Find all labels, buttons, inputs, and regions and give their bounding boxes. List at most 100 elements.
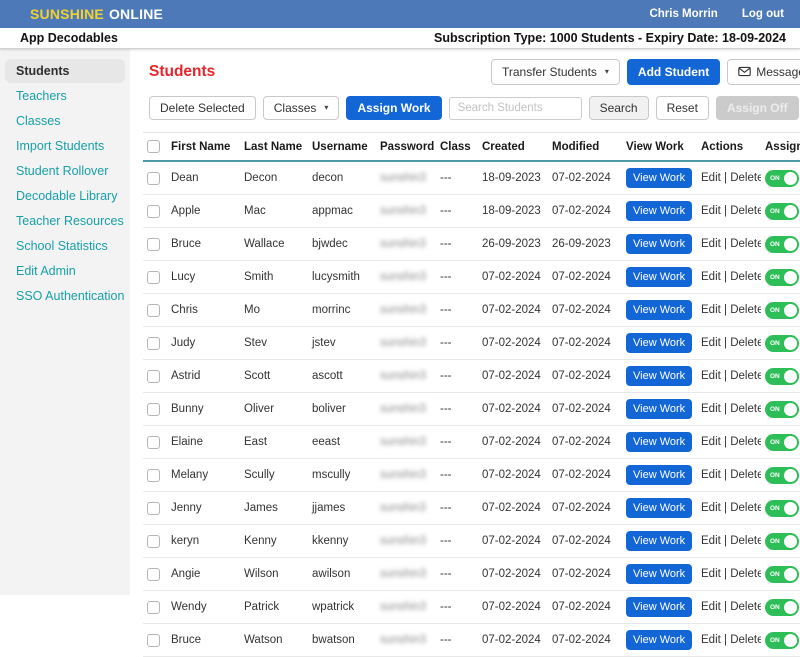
row-checkbox[interactable] (147, 238, 160, 251)
row-checkbox[interactable] (147, 568, 160, 581)
view-work-button[interactable]: View Work (626, 399, 692, 419)
view-work-button[interactable]: View Work (626, 300, 692, 320)
delete-link[interactable]: Delete (730, 205, 761, 217)
assign-toggle[interactable]: ON (765, 533, 799, 550)
edit-link[interactable]: Edit (701, 403, 721, 415)
edit-link[interactable]: Edit (701, 535, 721, 547)
edit-link[interactable]: Edit (701, 337, 721, 349)
sidebar-item-import-students[interactable]: Import Students (5, 134, 125, 158)
edit-link[interactable]: Edit (701, 502, 721, 514)
edit-link[interactable]: Edit (701, 436, 721, 448)
assign-toggle[interactable]: ON (765, 500, 799, 517)
assign-toggle[interactable]: ON (765, 632, 799, 649)
row-checkbox[interactable] (147, 205, 160, 218)
view-work-button[interactable]: View Work (626, 267, 692, 287)
assign-toggle[interactable]: ON (765, 170, 799, 187)
view-work-button[interactable]: View Work (626, 531, 692, 551)
delete-link[interactable]: Delete (730, 370, 761, 382)
assign-work-button[interactable]: Assign Work (346, 96, 441, 120)
reset-button[interactable]: Reset (656, 96, 709, 120)
delete-link[interactable]: Delete (730, 436, 761, 448)
assign-toggle[interactable]: ON (765, 401, 799, 418)
delete-link[interactable]: Delete (730, 634, 761, 646)
logout-link[interactable]: Log out (742, 8, 784, 20)
row-checkbox[interactable] (147, 403, 160, 416)
view-work-button[interactable]: View Work (626, 630, 692, 650)
chevron-down-icon: ▾ (605, 68, 609, 76)
edit-link[interactable]: Edit (701, 601, 721, 613)
view-work-button[interactable]: View Work (626, 366, 692, 386)
assign-toggle[interactable]: ON (765, 566, 799, 583)
edit-link[interactable]: Edit (701, 370, 721, 382)
delete-link[interactable]: Delete (730, 601, 761, 613)
row-checkbox[interactable] (147, 172, 160, 185)
sidebar-item-teachers[interactable]: Teachers (5, 84, 125, 108)
view-work-button[interactable]: View Work (626, 201, 692, 221)
row-checkbox[interactable] (147, 304, 160, 317)
edit-link[interactable]: Edit (701, 634, 721, 646)
assign-toggle[interactable]: ON (765, 599, 799, 616)
edit-link[interactable]: Edit (701, 304, 721, 316)
sidebar-item-teacher-resources[interactable]: Teacher Resources (5, 209, 125, 233)
row-checkbox[interactable] (147, 436, 160, 449)
classes-dropdown-button[interactable]: Classes ▾ (263, 96, 340, 120)
add-student-button[interactable]: Add Student (627, 59, 720, 85)
view-work-button[interactable]: View Work (626, 564, 692, 584)
delete-link[interactable]: Delete (730, 568, 761, 580)
view-work-button[interactable]: View Work (626, 168, 692, 188)
row-checkbox[interactable] (147, 337, 160, 350)
select-all-checkbox[interactable] (147, 140, 160, 153)
edit-link[interactable]: Edit (701, 271, 721, 283)
delete-selected-button[interactable]: Delete Selected (149, 96, 256, 120)
assign-toggle[interactable]: ON (765, 269, 799, 286)
edit-link[interactable]: Edit (701, 238, 721, 250)
delete-link[interactable]: Delete (730, 469, 761, 481)
edit-link[interactable]: Edit (701, 172, 721, 184)
delete-link[interactable]: Delete (730, 271, 761, 283)
edit-link[interactable]: Edit (701, 568, 721, 580)
delete-link[interactable]: Delete (730, 238, 761, 250)
row-checkbox[interactable] (147, 370, 160, 383)
delete-link[interactable]: Delete (730, 337, 761, 349)
assign-toggle[interactable]: ON (765, 302, 799, 319)
assign-toggle[interactable]: ON (765, 467, 799, 484)
delete-link[interactable]: Delete (730, 502, 761, 514)
message-button[interactable]: Message (727, 59, 800, 85)
row-checkbox[interactable] (147, 601, 160, 614)
sidebar-item-sso-authentication[interactable]: SSO Authentication (5, 284, 125, 308)
view-work-button[interactable]: View Work (626, 465, 692, 485)
sidebar-item-school-statistics[interactable]: School Statistics (5, 234, 125, 258)
search-input[interactable] (449, 97, 582, 120)
search-button[interactable]: Search (589, 96, 649, 120)
edit-link[interactable]: Edit (701, 469, 721, 481)
sidebar-item-classes[interactable]: Classes (5, 109, 125, 133)
delete-link[interactable]: Delete (730, 304, 761, 316)
cell-last-name: Watson (240, 624, 308, 657)
sidebar-item-student-rollover[interactable]: Student Rollover (5, 159, 125, 183)
row-checkbox[interactable] (147, 469, 160, 482)
assign-toggle[interactable]: ON (765, 368, 799, 385)
delete-link[interactable]: Delete (730, 172, 761, 184)
row-checkbox[interactable] (147, 271, 160, 284)
sidebar-item-decodable-library[interactable]: Decodable Library (5, 184, 125, 208)
transfer-students-button[interactable]: Transfer Students ▾ (491, 59, 620, 85)
view-work-button[interactable]: View Work (626, 597, 692, 617)
assign-off-button[interactable]: Assign Off (716, 96, 799, 120)
assign-toggle[interactable]: ON (765, 203, 799, 220)
view-work-button[interactable]: View Work (626, 234, 692, 254)
delete-link[interactable]: Delete (730, 403, 761, 415)
row-checkbox[interactable] (147, 502, 160, 515)
sidebar-item-students[interactable]: Students (5, 59, 125, 83)
view-work-button[interactable]: View Work (626, 333, 692, 353)
assign-toggle[interactable]: ON (765, 236, 799, 253)
delete-link[interactable]: Delete (730, 535, 761, 547)
sidebar-item-edit-admin[interactable]: Edit Admin (5, 259, 125, 283)
assign-toggle[interactable]: ON (765, 335, 799, 352)
view-work-button[interactable]: View Work (626, 432, 692, 452)
user-name-link[interactable]: Chris Morrin (649, 8, 717, 20)
row-checkbox[interactable] (147, 535, 160, 548)
edit-link[interactable]: Edit (701, 205, 721, 217)
view-work-button[interactable]: View Work (626, 498, 692, 518)
assign-toggle[interactable]: ON (765, 434, 799, 451)
row-checkbox[interactable] (147, 634, 160, 647)
